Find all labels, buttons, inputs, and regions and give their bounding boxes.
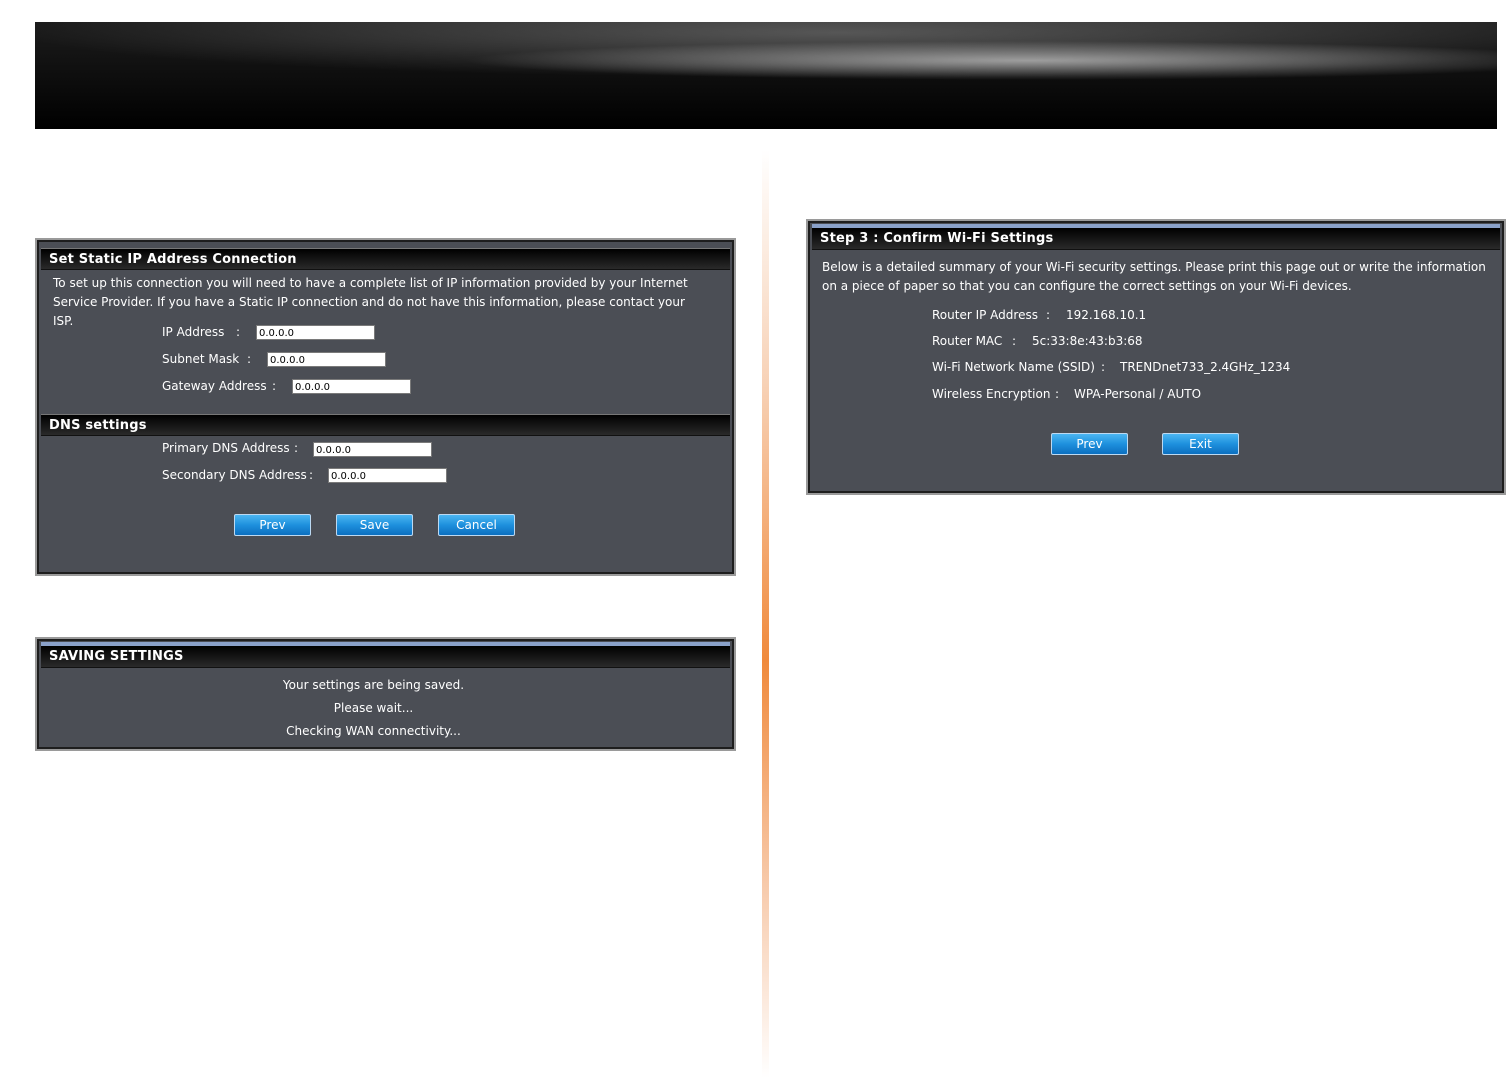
static-ip-panel-title: Set Static IP Address Connection — [41, 248, 730, 270]
saving-status-line: Your settings are being saved. — [282, 678, 465, 692]
ssid-colon: : — [1101, 360, 1106, 374]
router-ip-value: 192.168.10.1 — [1066, 308, 1147, 322]
router-ip-colon: : — [1046, 308, 1051, 322]
saving-settings-title: SAVING SETTINGS — [41, 642, 730, 668]
secondary-dns-label: Secondary DNS Address — [162, 468, 307, 482]
subnet-mask-label: Subnet Mask — [162, 352, 240, 366]
secondary-dns-input[interactable]: 0.0.0.0 — [328, 468, 447, 483]
router-mac-label: Router MAC — [932, 334, 1003, 348]
cancel-button[interactable]: Cancel — [438, 514, 515, 536]
ip-address-colon: : — [236, 325, 241, 339]
exit-button[interactable]: Exit — [1162, 433, 1239, 455]
prev-button[interactable]: Prev — [234, 514, 311, 536]
ip-address-label: IP Address — [162, 325, 225, 339]
confirm-wifi-description: Below is a detailed summary of your Wi-F… — [822, 260, 1486, 293]
checking-wan-line: Checking WAN connectivity... — [286, 724, 461, 738]
static-ip-panel: Set Static IP Address Connection To set … — [35, 238, 736, 576]
gateway-address-colon: : — [272, 379, 277, 393]
encryption-colon: : — [1055, 387, 1060, 401]
primary-dns-input[interactable]: 0.0.0.0 — [313, 442, 432, 457]
confirm-wifi-title: Step 3 : Confirm Wi-Fi Settings — [812, 224, 1500, 250]
gateway-address-input[interactable]: 0.0.0.0 — [292, 379, 411, 394]
static-ip-description: To set up this connection you will need … — [53, 276, 688, 328]
primary-dns-colon: : — [294, 441, 299, 455]
saving-settings-panel: SAVING SETTINGS Your settings are being … — [35, 637, 736, 751]
dns-settings-title: DNS settings — [41, 414, 730, 436]
encryption-label: Wireless Encryption — [932, 387, 1051, 401]
header-banner — [35, 22, 1497, 129]
ssid-label: Wi-Fi Network Name (SSID) — [932, 360, 1095, 374]
page-divider — [762, 150, 769, 1078]
confirm-wifi-panel: Step 3 : Confirm Wi-Fi Settings Below is… — [806, 219, 1506, 495]
router-ip-label: Router IP Address — [932, 308, 1038, 322]
secondary-dns-colon: : — [309, 468, 314, 482]
router-mac-value: 5c:33:8e:43:b3:68 — [1032, 334, 1143, 348]
ip-address-input[interactable]: 0.0.0.0 — [256, 325, 375, 340]
please-wait-line: Please wait... — [333, 701, 414, 715]
save-button[interactable]: Save — [336, 514, 413, 536]
subnet-mask-colon: : — [247, 352, 252, 366]
subnet-mask-input[interactable]: 0.0.0.0 — [267, 352, 386, 367]
router-mac-colon: : — [1012, 334, 1017, 348]
gateway-address-label: Gateway Address — [162, 379, 267, 393]
ssid-value: TRENDnet733_2.4GHz_1234 — [1120, 360, 1291, 374]
confirm-prev-button[interactable]: Prev — [1051, 433, 1128, 455]
encryption-value: WPA-Personal / AUTO — [1074, 387, 1202, 401]
primary-dns-label: Primary DNS Address — [162, 441, 290, 455]
